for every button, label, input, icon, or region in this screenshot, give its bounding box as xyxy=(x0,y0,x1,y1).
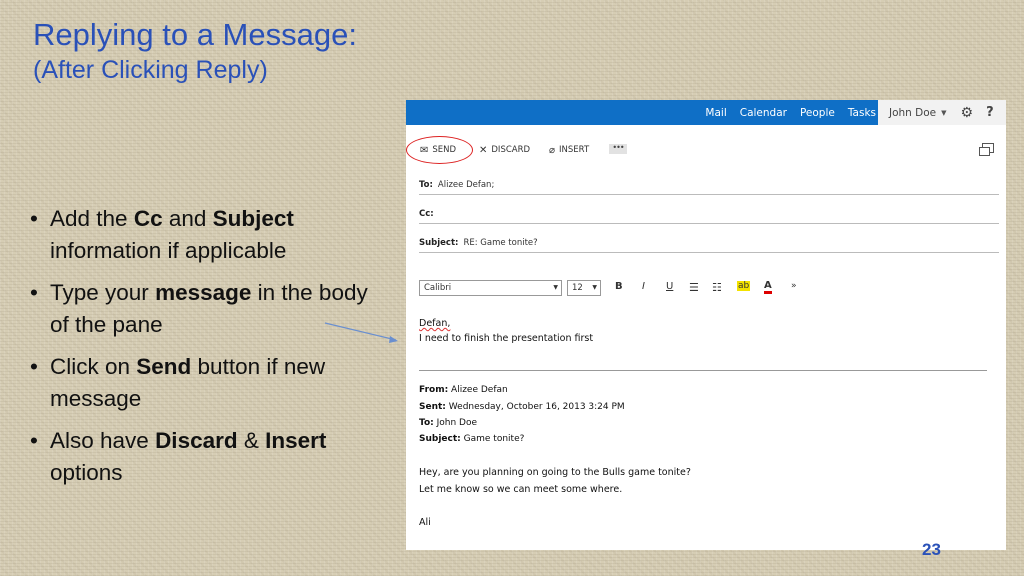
subject-label: Subject: xyxy=(419,238,459,248)
chevron-down-icon: ▼ xyxy=(553,284,558,291)
page-number: 23 xyxy=(922,540,941,559)
font-color-icon[interactable]: A xyxy=(764,281,772,294)
quoted-subject: Subject: Game tonite? xyxy=(419,434,524,444)
font-size-value: 12 xyxy=(572,283,583,293)
quoted-to: To: John Doe xyxy=(419,418,477,428)
nav-calendar[interactable]: Calendar xyxy=(740,107,787,119)
cc-field[interactable]: Cc: xyxy=(419,209,999,224)
sent-label: Sent: xyxy=(419,402,446,412)
quoted-to-label: To: xyxy=(419,418,434,428)
more-options-button[interactable]: ••• xyxy=(609,144,627,154)
from-value: Alizee Defan xyxy=(451,385,508,395)
quoted-body-line-1: Hey, are you planning on going to the Bu… xyxy=(419,467,691,478)
user-name[interactable]: John Doe xyxy=(889,107,936,119)
underline-button[interactable]: U xyxy=(666,281,673,292)
highlight-icon[interactable]: ab xyxy=(737,281,751,291)
bold-button[interactable]: B xyxy=(615,281,623,292)
app-nav: Mail Calendar People Tasks xyxy=(692,100,876,125)
help-icon[interactable]: ? xyxy=(986,105,994,120)
reply-separator xyxy=(419,370,987,371)
quoted-subject-label: Subject: xyxy=(419,434,461,444)
more-format-icon[interactable]: » xyxy=(791,281,797,291)
quoted-signature: Ali xyxy=(419,517,431,528)
message-body-line[interactable]: I need to finish the presentation first xyxy=(419,333,593,344)
font-name-value: Calibri xyxy=(424,283,452,293)
quoted-from: From: Alizee Defan xyxy=(419,385,508,395)
quoted-to-value: John Doe xyxy=(436,418,478,428)
chevron-down-icon[interactable]: ▼ xyxy=(941,109,946,117)
send-label: SEND xyxy=(432,145,457,155)
discard-label: DISCARD xyxy=(491,145,531,155)
send-icon: ✉ xyxy=(420,144,429,156)
outlook-compose-screenshot: Mail Calendar People Tasks John Doe ▼ ⚙ … xyxy=(406,100,1006,550)
body-line-1: Defan, xyxy=(419,318,451,329)
font-name-select[interactable]: Calibri ▼ xyxy=(419,280,562,296)
nav-tasks[interactable]: Tasks xyxy=(848,107,876,119)
close-icon: ✕ xyxy=(479,144,488,156)
quoted-sent: Sent: Wednesday, October 16, 2013 3:24 P… xyxy=(419,402,625,412)
paperclip-icon: ⌀ xyxy=(549,144,556,156)
discard-button[interactable]: ✕ DISCARD xyxy=(479,141,530,159)
quoted-subject-value: Game tonite? xyxy=(463,434,525,444)
popout-icon[interactable] xyxy=(979,143,994,156)
sent-value: Wednesday, October 16, 2013 3:24 PM xyxy=(448,402,625,412)
insert-label: INSERT xyxy=(559,145,590,155)
insert-button[interactable]: ⌀ INSERT xyxy=(549,141,589,159)
italic-button[interactable]: I xyxy=(642,281,645,292)
chevron-down-icon: ▼ xyxy=(592,284,597,291)
cc-label: Cc: xyxy=(419,209,434,219)
font-size-select[interactable]: 12 ▼ xyxy=(567,280,601,296)
send-button[interactable]: ✉ SEND xyxy=(420,141,456,159)
bullet-list-icon[interactable]: ☰ xyxy=(689,281,699,294)
top-nav-bar: Mail Calendar People Tasks John Doe ▼ ⚙ … xyxy=(406,100,1006,125)
subject-field[interactable]: Subject: RE: Game tonite? xyxy=(419,238,999,253)
quoted-body-line-2: Let me know so we can meet some where. xyxy=(419,484,623,495)
to-value[interactable]: Alizee Defan; xyxy=(438,180,494,190)
message-body-greeting[interactable]: Defan, xyxy=(419,318,450,329)
to-label: To: xyxy=(419,180,433,190)
from-label: From: xyxy=(419,385,449,395)
gear-icon[interactable]: ⚙ xyxy=(961,105,974,121)
user-menu[interactable]: John Doe ▼ ⚙ ? xyxy=(878,100,1006,125)
subject-value[interactable]: RE: Game tonite? xyxy=(463,238,537,248)
to-field[interactable]: To: Alizee Defan; xyxy=(419,180,999,195)
nav-people[interactable]: People xyxy=(800,107,835,119)
numbered-list-icon[interactable]: ☷ xyxy=(712,281,722,294)
nav-mail[interactable]: Mail xyxy=(705,107,726,119)
